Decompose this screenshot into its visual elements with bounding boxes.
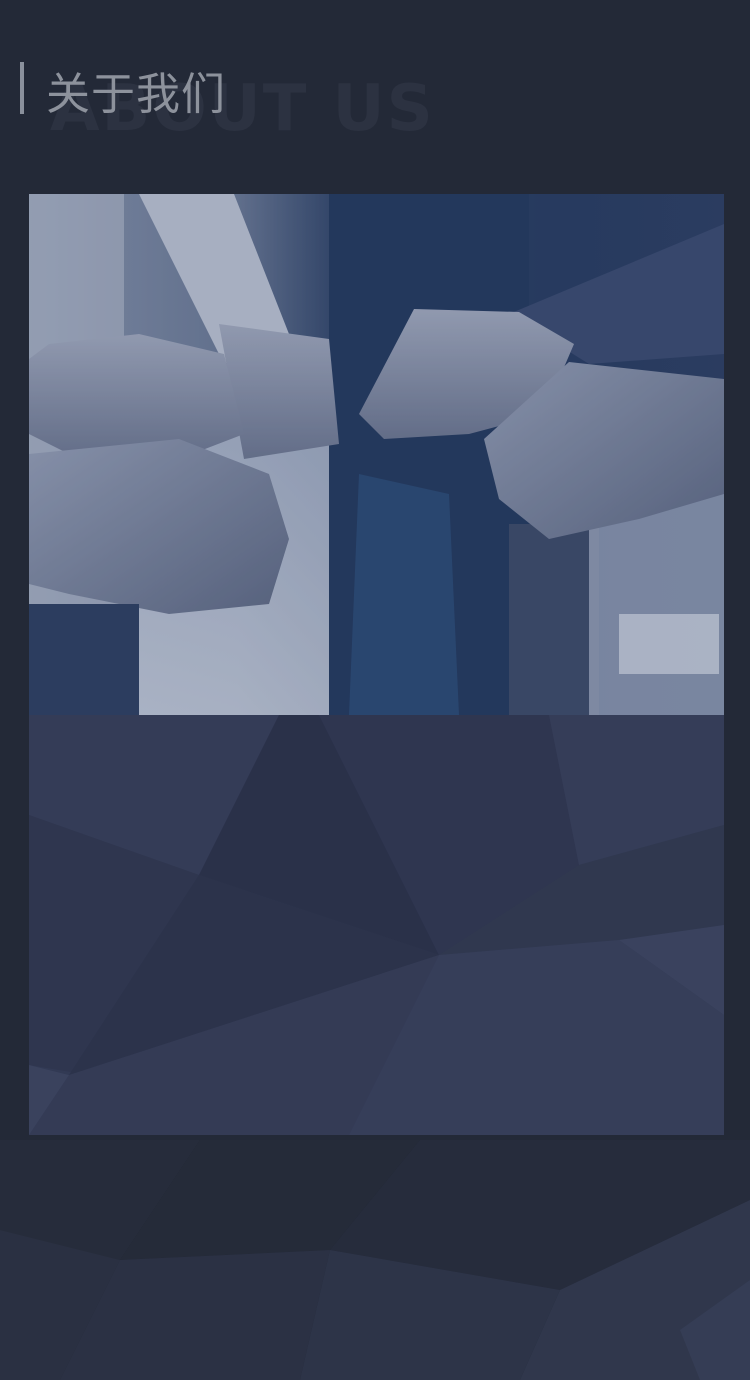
about-card [29,194,724,1135]
card-pattern-panel [29,715,724,1135]
about-page: ABOUT US 关于我们 [0,0,750,1380]
section-header: ABOUT US 关于我们 [0,0,750,190]
team-fist-bump-photo [29,194,724,715]
title-accent-bar [20,62,24,114]
page-title: 关于我们 [46,69,226,120]
